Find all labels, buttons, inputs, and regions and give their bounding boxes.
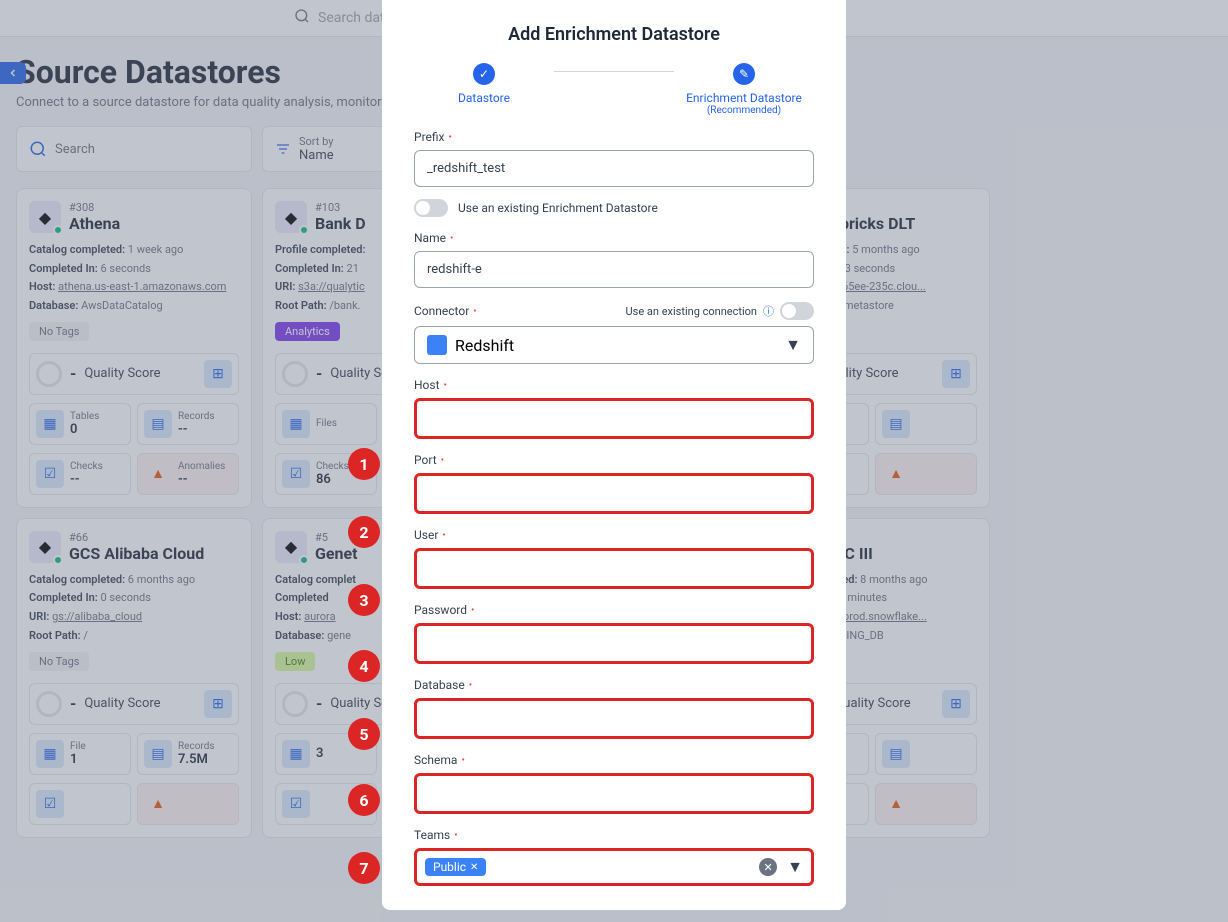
step-datastore[interactable]: ✓ Datastore xyxy=(414,63,554,116)
annotation-6: 6 xyxy=(348,784,380,816)
stepper: ✓ Datastore ✎ Enrichment Datastore (Reco… xyxy=(414,63,814,116)
chevron-down-icon: ▼ xyxy=(785,335,801,355)
user-label: User• xyxy=(414,528,814,542)
redshift-icon xyxy=(427,335,447,355)
user-input[interactable] xyxy=(414,548,814,589)
chevron-down-icon: ▼ xyxy=(787,857,803,877)
port-input[interactable] xyxy=(414,473,814,514)
annotation-1: 1 xyxy=(348,448,380,480)
connector-select[interactable]: Redshift ▼ xyxy=(414,326,814,364)
annotation-5: 5 xyxy=(348,718,380,750)
teams-label: Teams• xyxy=(414,828,814,842)
name-input[interactable] xyxy=(414,251,814,288)
annotation-2: 2 xyxy=(348,516,380,548)
name-label: Name• xyxy=(414,231,814,245)
host-input[interactable] xyxy=(414,398,814,439)
prefix-input[interactable] xyxy=(414,150,814,187)
info-icon[interactable]: ⓘ xyxy=(763,303,774,319)
password-input[interactable] xyxy=(414,623,814,664)
chip-remove-icon[interactable]: ✕ xyxy=(470,862,478,873)
existing-connection-toggle[interactable] xyxy=(780,302,814,320)
database-label: Database• xyxy=(414,678,814,692)
team-chip-public[interactable]: Public✕ xyxy=(425,858,486,876)
existing-datastore-toggle[interactable] xyxy=(414,199,448,217)
step-enrichment[interactable]: ✎ Enrichment Datastore (Recommended) xyxy=(674,63,814,116)
host-label: Host• xyxy=(414,378,814,392)
prefix-label: Prefix• xyxy=(414,130,814,144)
schema-label: Schema• xyxy=(414,753,814,767)
schema-input[interactable] xyxy=(414,773,814,814)
database-input[interactable] xyxy=(414,698,814,739)
connector-label: Connector• xyxy=(414,304,477,318)
password-label: Password• xyxy=(414,603,814,617)
add-datastore-modal: Add Enrichment Datastore ✓ Datastore ✎ E… xyxy=(382,0,846,910)
clear-icon[interactable]: ✕ xyxy=(759,858,777,876)
modal-title: Add Enrichment Datastore xyxy=(414,24,814,45)
annotation-4: 4 xyxy=(348,650,380,682)
annotation-7: 7 xyxy=(348,852,380,884)
port-label: Port• xyxy=(414,453,814,467)
teams-input[interactable]: Public✕ ✕ ▼ xyxy=(414,848,814,886)
annotation-3: 3 xyxy=(348,584,380,616)
